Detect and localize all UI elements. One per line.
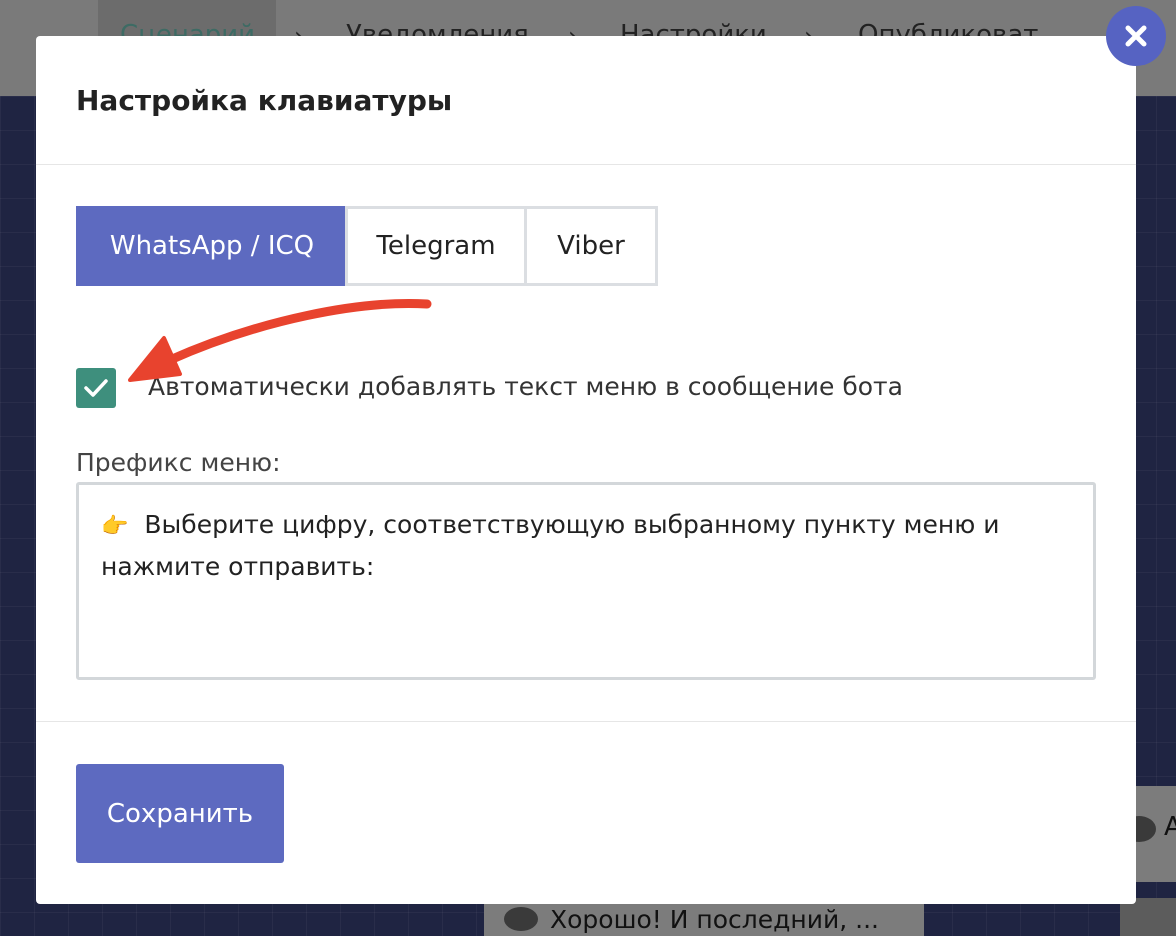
modal-title: Настройка клавиатуры [76, 84, 453, 117]
node-text: Хорошо! И последний, ... [550, 905, 879, 934]
menu-prefix-label: Префикс меню: [76, 448, 281, 477]
menu-prefix-textarea[interactable]: 👉 Выберите цифру, соответствующую выбранн… [76, 482, 1096, 680]
node-text: А [1164, 812, 1176, 842]
keyboard-settings-modal: Настройка клавиатуры WhatsApp / ICQ Tele… [36, 36, 1136, 904]
message-bubble-icon [504, 907, 538, 931]
messenger-tabs: WhatsApp / ICQ Telegram Viber [76, 206, 658, 286]
auto-menu-checkbox[interactable] [76, 368, 116, 408]
tab-telegram[interactable]: Telegram [345, 206, 527, 286]
tab-whatsapp-icq[interactable]: WhatsApp / ICQ [76, 206, 348, 286]
close-icon [1125, 25, 1147, 47]
save-button[interactable]: Сохранить [76, 764, 284, 863]
tab-viber[interactable]: Viber [524, 206, 658, 286]
footer-divider [36, 721, 1136, 722]
menu-prefix-value: Выберите цифру, соответствующую выбранно… [101, 510, 1000, 581]
auto-menu-checkbox-label[interactable]: Автоматически добавлять текст меню в соо… [148, 372, 903, 401]
modal-header: Настройка клавиатуры [36, 36, 1136, 165]
close-modal-button[interactable] [1106, 6, 1166, 66]
pointing-hand-icon: 👉 [101, 514, 129, 539]
checkmark-icon [84, 379, 108, 397]
